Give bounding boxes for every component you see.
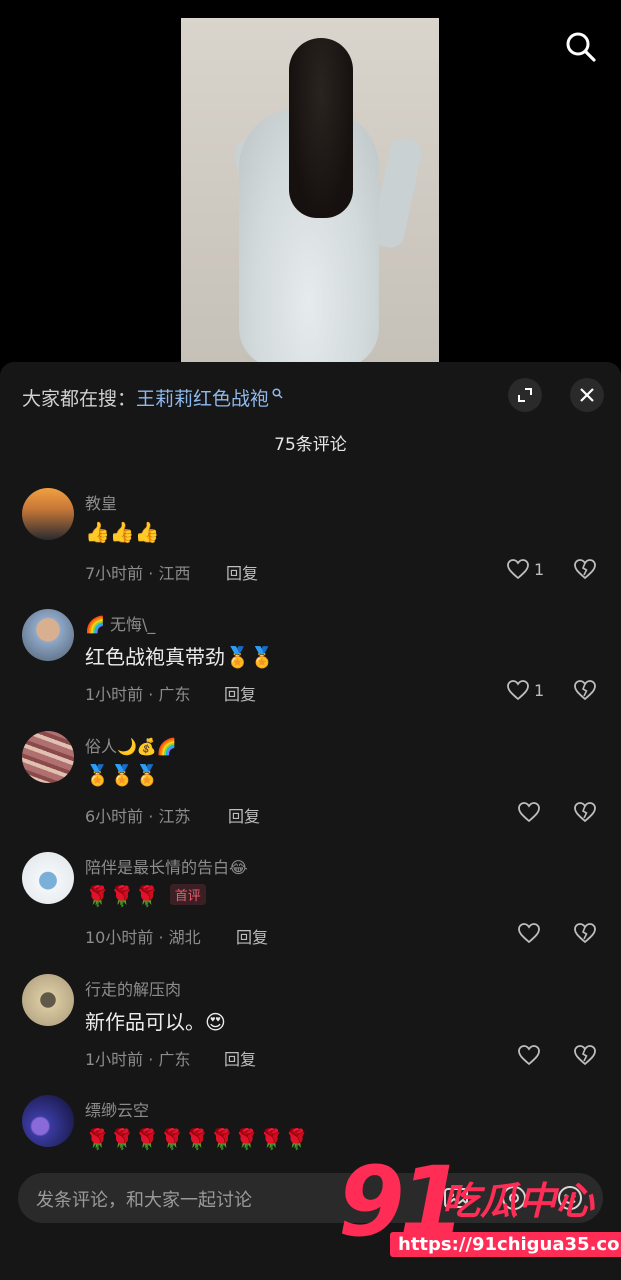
dislike-button[interactable] <box>572 558 598 584</box>
expand-button[interactable] <box>508 378 542 412</box>
small-search-icon <box>272 388 283 399</box>
dislike-button[interactable] <box>572 1044 598 1070</box>
first-comment-badge: 首评 <box>169 884 206 905</box>
like-button[interactable] <box>517 801 541 823</box>
video-frame[interactable] <box>181 18 439 362</box>
hot-search-bar[interactable]: 大家都在搜： 王莉莉红色战袍 <box>22 384 283 411</box>
expand-icon <box>518 388 532 402</box>
comment-time-location: 10小时前 · 湖北 <box>85 928 201 947</box>
heart-icon <box>507 559 529 580</box>
comment-sheet: 大家都在搜： 王莉莉红色战袍 75条评论 教皇 👍👍👍 7小时前 · 江西 回复… <box>0 362 621 1280</box>
avatar[interactable] <box>22 731 74 783</box>
avatar[interactable] <box>22 1095 74 1147</box>
heart-icon <box>518 802 540 823</box>
comment-input-placeholder[interactable]: 发条评论，和大家一起讨论 <box>36 1186 252 1212</box>
reply-button[interactable]: 回复 <box>224 1046 256 1070</box>
avatar[interactable] <box>22 609 74 661</box>
like-count: 1 <box>534 559 545 579</box>
comment-username[interactable]: 行走的解压肉 <box>85 976 181 1000</box>
comment-item: 教皇 👍👍👍 7小时前 · 江西 回复 1 <box>0 488 621 598</box>
like-count: 1 <box>534 680 545 700</box>
broken-heart-icon <box>574 680 596 701</box>
comment-text: 红色战袍真带劲🏅🏅 <box>85 645 275 669</box>
comment-time-location: 6小时前 · 江苏 <box>85 807 191 826</box>
comment-text: 新作品可以。😍 <box>85 1010 226 1034</box>
comment-text: 🌹🌹🌹🌹🌹🌹🌹🌹🌹 <box>85 1127 310 1151</box>
watermark-name: 吃瓜中心 <box>442 1179 595 1223</box>
watermark-url: https://91chigua35.com <box>390 1232 621 1257</box>
comment-item: 行走的解压肉 新作品可以。😍 1小时前 · 广东 回复 <box>0 974 621 1084</box>
hot-search-keyword[interactable]: 王莉莉红色战袍 <box>136 384 269 411</box>
broken-heart-icon <box>574 1045 596 1066</box>
dislike-button[interactable] <box>572 679 598 705</box>
dislike-button[interactable] <box>572 801 598 827</box>
comment-item: 俗人🌙💰🌈 🏅🏅🏅 6小时前 · 江苏 回复 <box>0 731 621 841</box>
comment-text: 🌹🌹🌹 首评 <box>85 884 206 908</box>
avatar[interactable] <box>22 852 74 904</box>
close-icon <box>580 388 594 402</box>
reply-button[interactable]: 回复 <box>236 924 268 948</box>
comment-text-content: 🌹🌹🌹 <box>85 884 160 908</box>
comment-time-location: 1小时前 · 广东 <box>85 1050 191 1069</box>
comment-username[interactable]: 俗人🌙💰🌈 <box>85 733 177 757</box>
close-button[interactable] <box>570 378 604 412</box>
reply-button[interactable]: 回复 <box>226 560 258 584</box>
comment-count-title: 75条评论 <box>274 435 347 455</box>
comment-text: 🏅🏅🏅 <box>85 763 160 787</box>
comment-text: 👍👍👍 <box>85 520 160 544</box>
heart-icon <box>518 923 540 944</box>
comment-username[interactable]: 🌈 无悔\_ <box>85 611 155 635</box>
broken-heart-icon <box>574 923 596 944</box>
avatar[interactable] <box>22 974 74 1026</box>
video-player[interactable] <box>0 0 621 362</box>
like-button[interactable] <box>517 1044 541 1066</box>
comment-time-location: 1小时前 · 广东 <box>85 685 191 704</box>
heart-icon <box>518 1045 540 1066</box>
video-figure-hair <box>289 38 353 218</box>
reply-button[interactable]: 回复 <box>228 803 260 827</box>
hot-search-prefix: 大家都在搜： <box>22 388 137 410</box>
dislike-button[interactable] <box>572 922 598 948</box>
comment-item: 🌈 无悔\_ 红色战袍真带劲🏅🏅 1小时前 · 广东 回复 1 <box>0 609 621 719</box>
heart-icon <box>507 680 529 701</box>
like-button[interactable]: 1 <box>506 679 544 701</box>
comment-username[interactable]: 教皇 <box>85 490 117 514</box>
like-button[interactable]: 1 <box>506 558 544 580</box>
broken-heart-icon <box>574 559 596 580</box>
watermark-logo: 91 吃瓜中心 https://91chigua35.com <box>338 1146 621 1264</box>
search-icon[interactable] <box>564 30 598 64</box>
comment-username[interactable]: 陪伴是最长情的告白😂 <box>85 854 248 878</box>
avatar[interactable] <box>22 488 74 540</box>
comment-username[interactable]: 缥缈云空 <box>85 1097 149 1121</box>
comment-item: 陪伴是最长情的告白😂 🌹🌹🌹 首评 10小时前 · 湖北 回复 <box>0 852 621 962</box>
comment-time-location: 7小时前 · 江西 <box>85 564 191 583</box>
broken-heart-icon <box>574 802 596 823</box>
like-button[interactable] <box>517 922 541 944</box>
reply-button[interactable]: 回复 <box>224 681 256 705</box>
